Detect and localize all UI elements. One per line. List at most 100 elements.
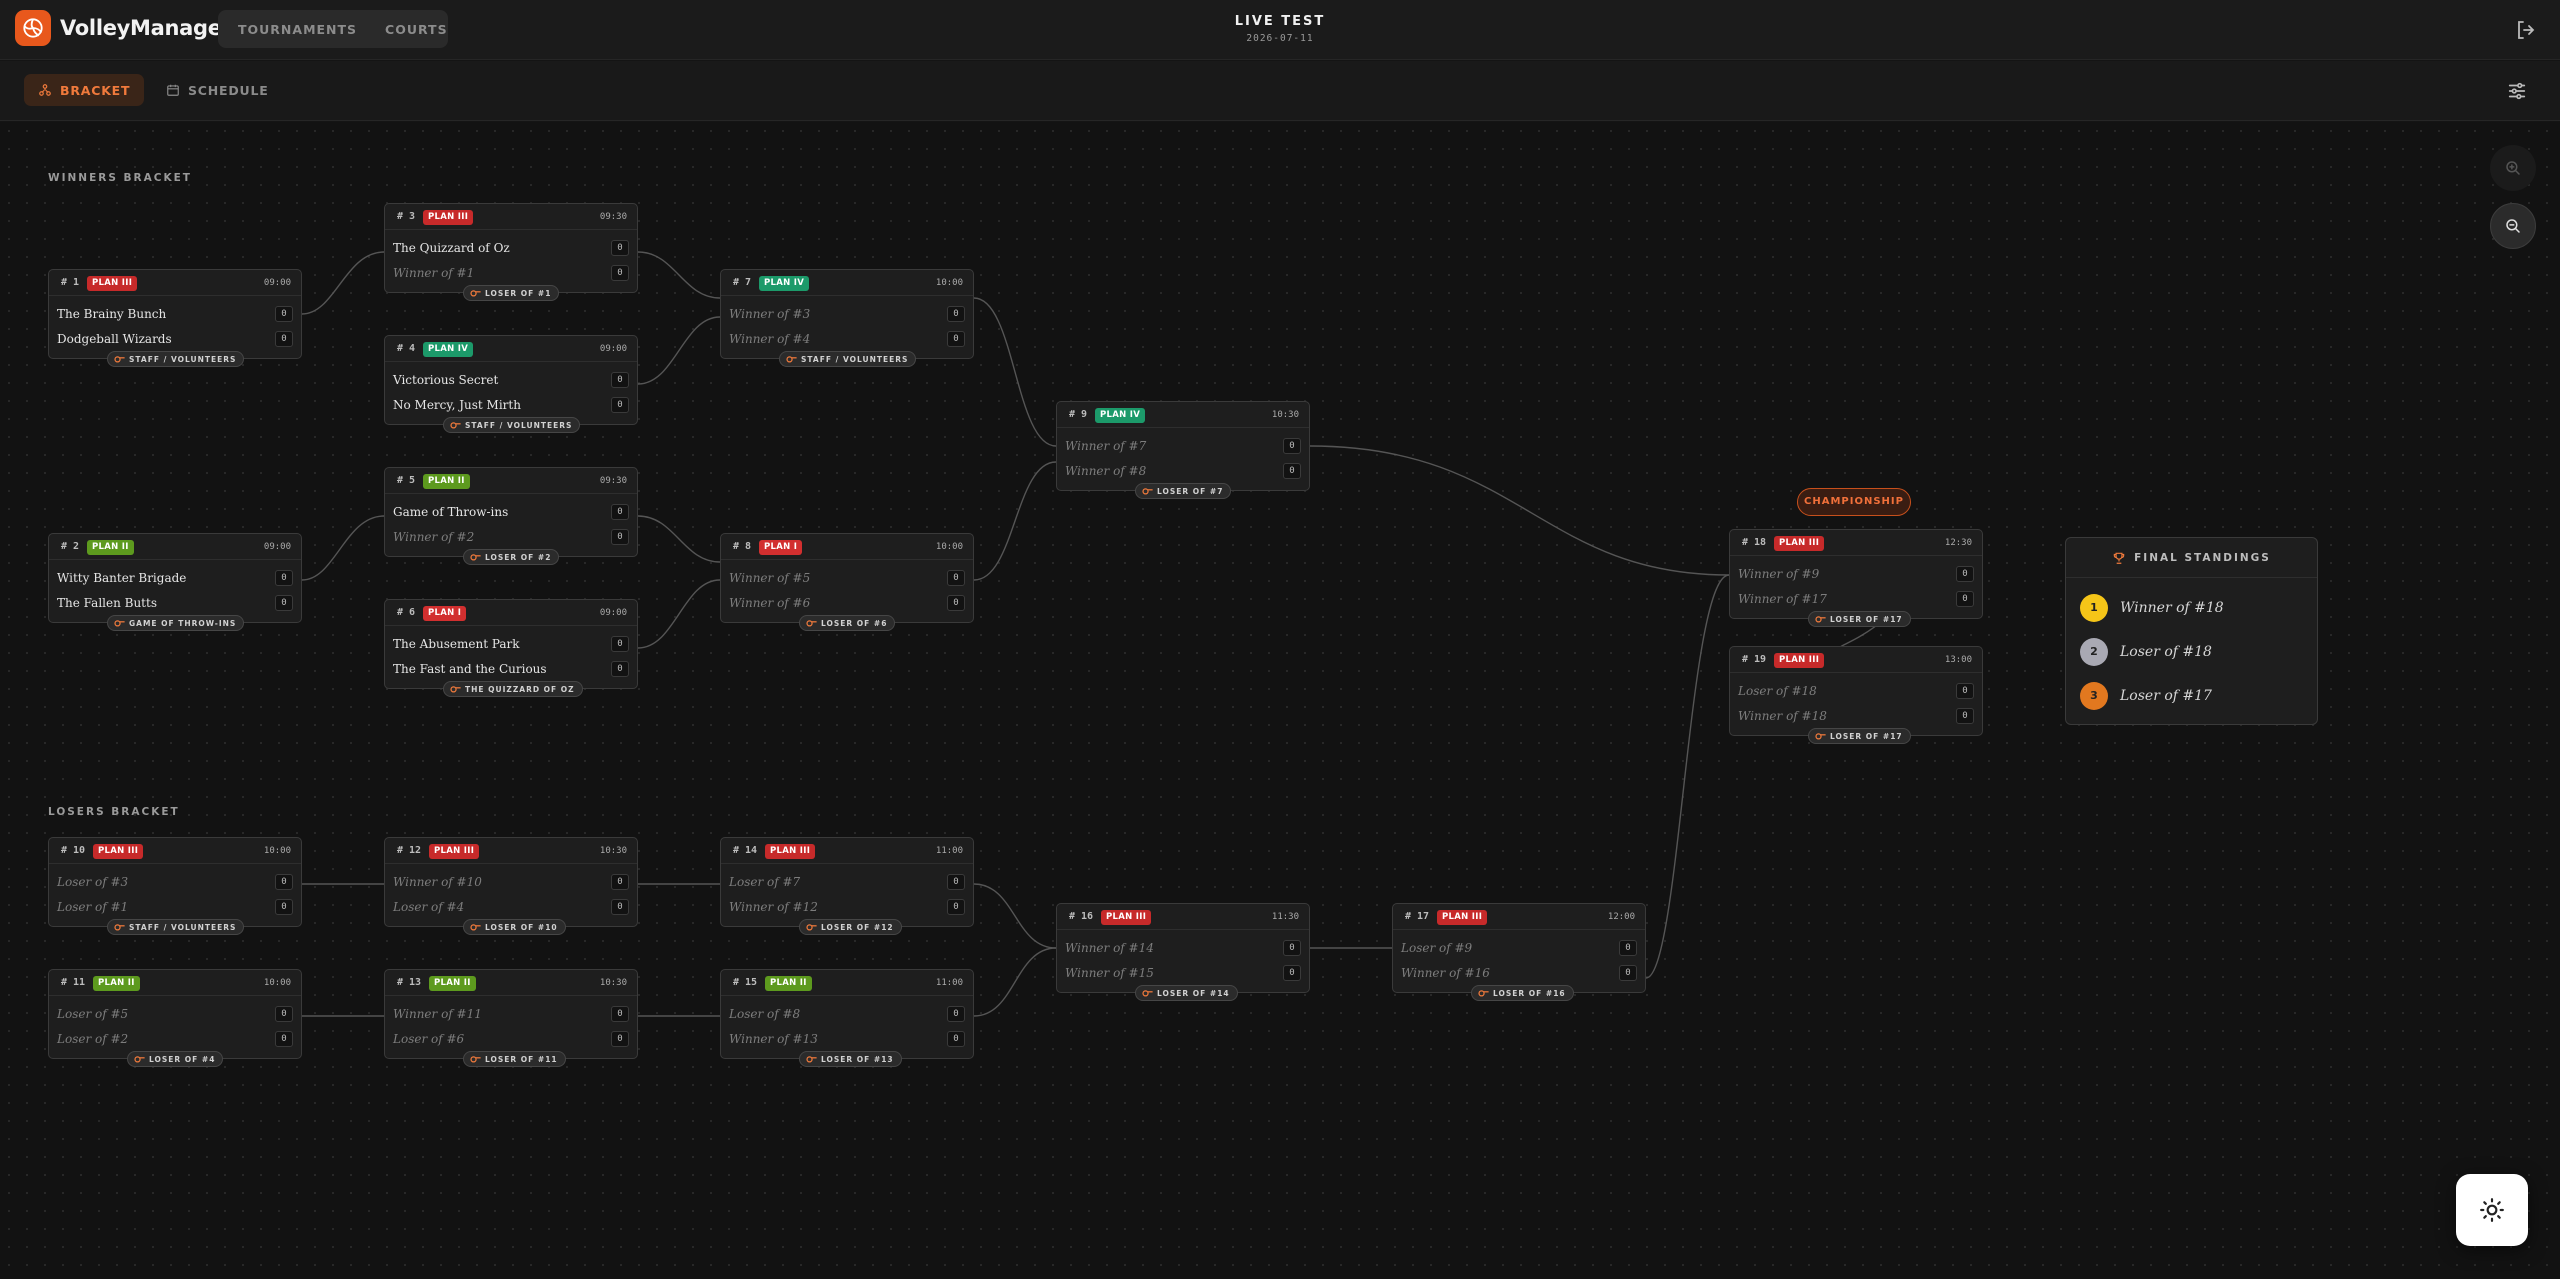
event-date: 2026-07-11 (1246, 33, 1314, 44)
match-number: # 6 (397, 607, 416, 618)
score-1[interactable]: 0 (611, 1006, 629, 1022)
referee-label: LOSER OF #4 (149, 1054, 216, 1064)
match-card-18[interactable]: # 18 PLAN III 12:30 Winner of #9 0 Winne… (1729, 529, 1983, 627)
whistle-icon (470, 290, 481, 297)
match-card-10[interactable]: # 10 PLAN III 10:00 Loser of #3 0 Loser … (48, 837, 302, 935)
match-card-14[interactable]: # 14 PLAN III 11:00 Loser of #7 0 Winner… (720, 837, 974, 935)
score-1[interactable]: 0 (1956, 683, 1974, 699)
sliders-icon[interactable] (2506, 80, 2530, 102)
score-1[interactable]: 0 (1283, 940, 1301, 956)
theme-toggle-button[interactable] (2456, 1174, 2528, 1246)
match-number: # 12 (397, 845, 422, 856)
match-number: # 14 (733, 845, 758, 856)
match-card-11[interactable]: # 11 PLAN II 10:00 Loser of #5 0 Loser o… (48, 969, 302, 1067)
score-1[interactable]: 0 (947, 1006, 965, 1022)
score-1[interactable]: 0 (275, 570, 293, 586)
score-1[interactable]: 0 (1283, 438, 1301, 454)
score-2[interactable]: 0 (275, 331, 293, 347)
team-1: Loser of #7 (729, 875, 801, 889)
match-number: # 8 (733, 541, 752, 552)
referee-label: LOSER OF #17 (1830, 731, 1903, 741)
referee-badge: LOSER OF #10 (463, 919, 566, 935)
tab-schedule[interactable]: SCHEDULE (152, 74, 283, 106)
match-card-7[interactable]: # 7 PLAN IV 10:00 Winner of #3 0 Winner … (720, 269, 974, 367)
score-2[interactable]: 0 (611, 899, 629, 915)
score-2[interactable]: 0 (947, 595, 965, 611)
losers-bracket-label: LOSERS BRACKET (48, 806, 180, 818)
score-2[interactable]: 0 (275, 595, 293, 611)
match-header: # 8 PLAN I 10:00 (721, 534, 973, 560)
match-number: # 9 (1069, 409, 1088, 420)
court-badge: PLAN III (429, 844, 480, 859)
score-1[interactable]: 0 (611, 504, 629, 520)
referee-label: LOSER OF #6 (821, 618, 888, 628)
score-1[interactable]: 0 (947, 874, 965, 890)
score-1[interactable]: 0 (611, 372, 629, 388)
match-number: # 11 (61, 977, 86, 988)
referee-label: THE QUIZZARD OF OZ (465, 684, 575, 694)
score-2[interactable]: 0 (275, 899, 293, 915)
team-2: Winner of #12 (729, 900, 818, 914)
match-time: 10:00 (935, 542, 963, 552)
score-2[interactable]: 0 (1956, 591, 1974, 607)
team-2: The Fast and the Curious (393, 662, 547, 676)
score-2[interactable]: 0 (947, 331, 965, 347)
match-card-12[interactable]: # 12 PLAN III 10:30 Winner of #10 0 Lose… (384, 837, 638, 935)
team-1: The Brainy Bunch (57, 307, 167, 321)
score-1[interactable]: 0 (275, 874, 293, 890)
match-card-16[interactable]: # 16 PLAN III 11:30 Winner of #14 0 Winn… (1056, 903, 1310, 1001)
referee-badge: LOSER OF #1 (463, 285, 560, 301)
match-card-4[interactable]: # 4 PLAN IV 09:00 Victorious Secret 0 No… (384, 335, 638, 433)
score-2[interactable]: 0 (611, 265, 629, 281)
score-2[interactable]: 0 (1283, 965, 1301, 981)
match-card-1[interactable]: # 1 PLAN III 09:00 The Brainy Bunch 0 Do… (48, 269, 302, 367)
whistle-icon (1815, 616, 1826, 623)
score-2[interactable]: 0 (1283, 463, 1301, 479)
score-2[interactable]: 0 (947, 899, 965, 915)
match-number: # 7 (733, 277, 752, 288)
match-card-9[interactable]: # 9 PLAN IV 10:30 Winner of #7 0 Winner … (1056, 401, 1310, 499)
score-1[interactable]: 0 (275, 306, 293, 322)
zoom-out-button[interactable] (2490, 203, 2536, 249)
match-card-5[interactable]: # 5 PLAN II 09:30 Game of Throw-ins 0 Wi… (384, 467, 638, 565)
tab-bracket[interactable]: BRACKET (24, 74, 145, 106)
score-2[interactable]: 0 (611, 529, 629, 545)
match-card-2[interactable]: # 2 PLAN II 09:00 Witty Banter Brigade 0… (48, 533, 302, 631)
referee-badge: GAME OF THROW-INS (107, 615, 245, 631)
score-2[interactable]: 0 (1619, 965, 1637, 981)
match-card-8[interactable]: # 8 PLAN I 10:00 Winner of #5 0 Winner o… (720, 533, 974, 631)
score-2[interactable]: 0 (947, 1031, 965, 1047)
score-2[interactable]: 0 (275, 1031, 293, 1047)
score-2[interactable]: 0 (611, 1031, 629, 1047)
score-1[interactable]: 0 (1956, 566, 1974, 582)
court-badge: PLAN III (765, 844, 816, 859)
team-2: Loser of #1 (57, 900, 129, 914)
score-1[interactable]: 0 (947, 306, 965, 322)
score-2[interactable]: 0 (611, 661, 629, 677)
score-1[interactable]: 0 (611, 240, 629, 256)
match-card-15[interactable]: # 15 PLAN II 11:00 Loser of #8 0 Winner … (720, 969, 974, 1067)
score-1[interactable]: 0 (611, 874, 629, 890)
match-header: # 2 PLAN II 09:00 (49, 534, 301, 560)
match-card-13[interactable]: # 13 PLAN II 10:30 Winner of #11 0 Loser… (384, 969, 638, 1067)
match-card-19[interactable]: # 19 PLAN III 13:00 Loser of #18 0 Winne… (1729, 646, 1983, 744)
referee-badge: LOSER OF #13 (799, 1051, 902, 1067)
team-1: Game of Throw-ins (393, 505, 509, 519)
score-1[interactable]: 0 (611, 636, 629, 652)
score-1[interactable]: 0 (275, 1006, 293, 1022)
match-time: 11:30 (1271, 912, 1299, 922)
match-card-6[interactable]: # 6 PLAN I 09:00 The Abusement Park 0 Th… (384, 599, 638, 697)
zoom-in-button[interactable] (2490, 145, 2536, 191)
score-2[interactable]: 0 (1956, 708, 1974, 724)
match-card-3[interactable]: # 3 PLAN III 09:30 The Quizzard of Oz 0 … (384, 203, 638, 301)
referee-badge: THE QUIZZARD OF OZ (443, 681, 583, 697)
logout-icon[interactable] (2514, 18, 2538, 42)
score-2[interactable]: 0 (611, 397, 629, 413)
score-1[interactable]: 0 (1619, 940, 1637, 956)
match-header: # 15 PLAN II 11:00 (721, 970, 973, 996)
team-1: The Abusement Park (393, 637, 520, 651)
score-1[interactable]: 0 (947, 570, 965, 586)
match-card-17[interactable]: # 17 PLAN III 12:00 Loser of #9 0 Winner… (1392, 903, 1646, 1001)
whistle-icon (786, 356, 797, 363)
match-number: # 1 (61, 277, 80, 288)
